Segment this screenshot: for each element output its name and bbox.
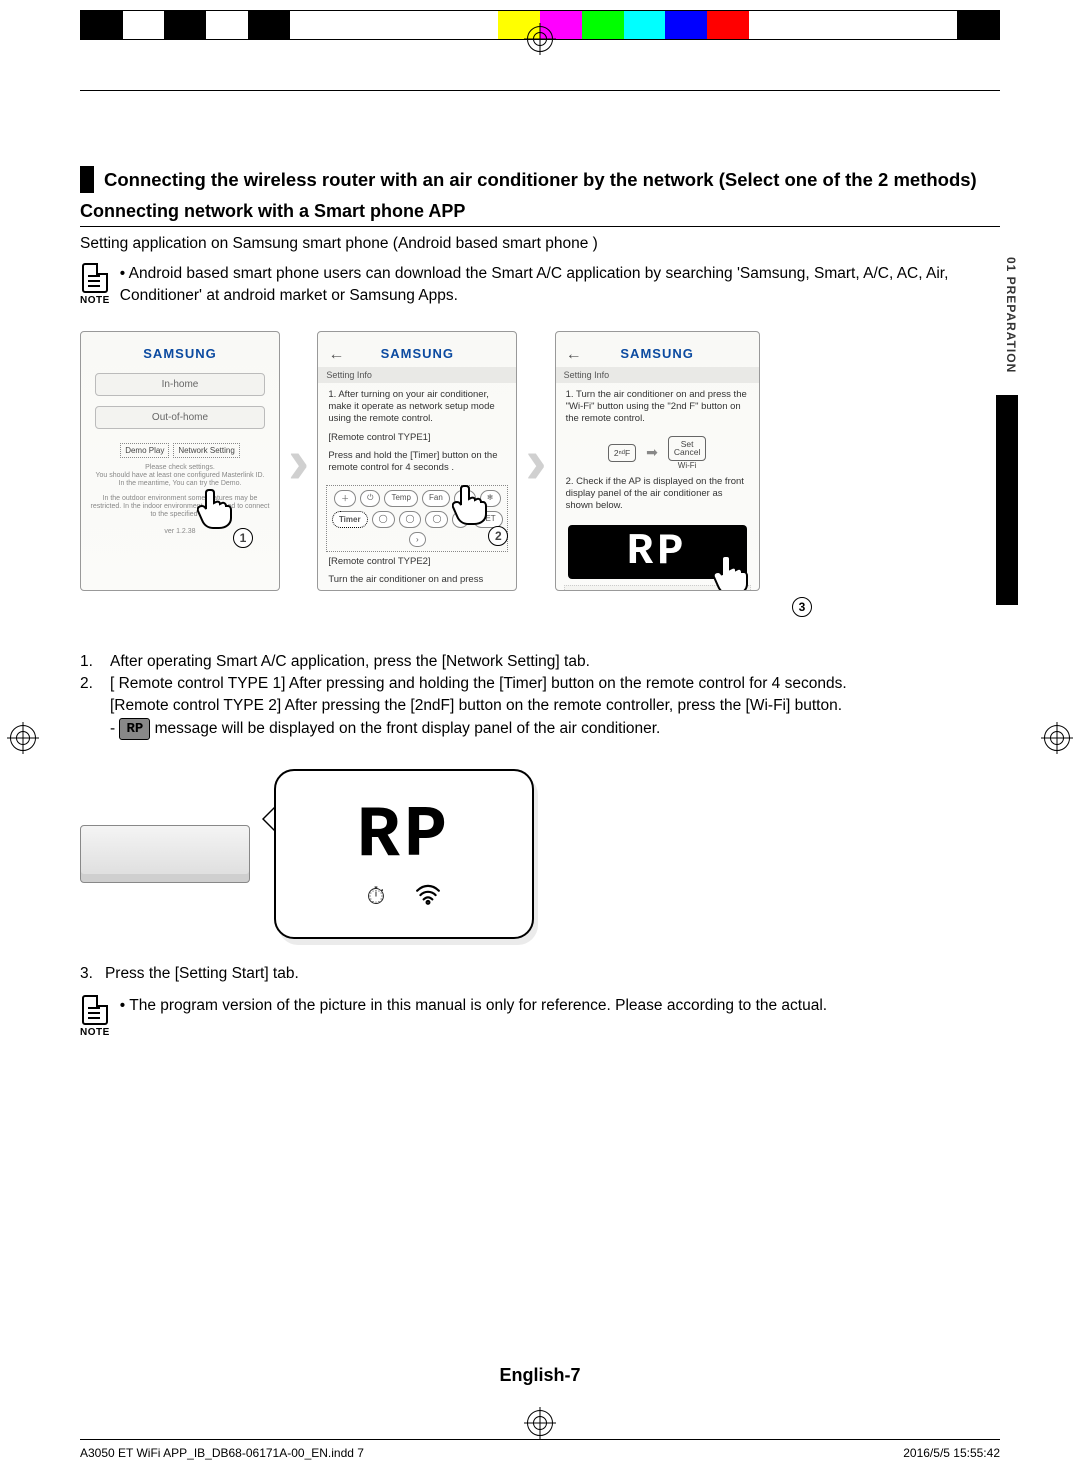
side-tab-label: 01 PREPARATION xyxy=(996,235,1018,395)
note-label: NOTE xyxy=(80,295,110,306)
timer-button[interactable]: Timer xyxy=(332,511,368,528)
page-content: 01 PREPARATION Connecting the wireless r… xyxy=(80,90,1000,1386)
network-setting-button[interactable]: Network Setting xyxy=(173,443,239,458)
pointing-hand-icon xyxy=(452,482,488,526)
list-number: 3. xyxy=(80,965,93,983)
secondf-button: 2ⁿᵈF xyxy=(608,444,636,462)
instruction-2b: [Remote control TYPE 2] After pressing t… xyxy=(110,697,842,714)
step-badge-3: 3 xyxy=(792,597,812,617)
step-badge-2: 2 xyxy=(488,526,508,546)
tiny-text: You should have at least one configured … xyxy=(81,472,279,480)
brand-label: SAMSUNG xyxy=(318,332,516,367)
pointing-hand-icon xyxy=(713,552,749,591)
rc-type2-text: Turn the air conditioner on and press xyxy=(318,574,516,591)
button-row: 2ⁿᵈF ➡ Set Cancel Wi-Fi xyxy=(556,436,759,470)
setting-info-strip: Setting Info xyxy=(318,367,516,383)
note-text: Android based smart phone users can down… xyxy=(120,263,1000,306)
instruction-3: Press the [Setting Start] tab. xyxy=(105,965,299,983)
registration-mark-icon xyxy=(527,1410,553,1436)
tiny-text: In the meantime, You can try the Demo. xyxy=(81,480,279,488)
setting-line: Setting application on Samsung smart pho… xyxy=(80,235,1000,253)
timer-icon: ⏱ xyxy=(367,883,386,912)
phone-screenshot-2: ← SAMSUNG Setting Info 1. After turning … xyxy=(317,331,517,591)
demo-play-button[interactable]: Demo Play xyxy=(120,443,169,458)
registration-mark-icon xyxy=(527,26,553,52)
instruction-text: 1. Turn the air conditioner on and press… xyxy=(556,383,759,432)
instruction-2-dash: RP message will be displayed on the fron… xyxy=(110,720,660,737)
note-block-2: NOTE The program version of the picture … xyxy=(80,995,1000,1038)
setting-info-strip: Setting Info xyxy=(556,367,759,383)
indd-slug: A3050 ET WiFi APP_IB_DB68-06171A-00_EN.i… xyxy=(80,1439,1000,1460)
pointing-hand-icon xyxy=(197,486,233,530)
tiny-text: Please check settings. xyxy=(81,464,279,472)
sub-title: Connecting network with a Smart phone AP… xyxy=(80,201,1000,227)
chevron-right-icon: › xyxy=(525,424,546,498)
ac-figure: RP ⏱ xyxy=(80,759,1000,949)
divider xyxy=(80,90,1000,91)
rc-type2-label: [Remote control TYPE2] xyxy=(318,556,516,574)
instruction-list: 1. After operating Smart A/C application… xyxy=(80,651,1000,741)
tiny-text: In the outdoor environment some features… xyxy=(81,495,279,520)
arrow-right-icon: ➡ xyxy=(646,444,658,461)
display-panel: RP ⏱ xyxy=(274,769,534,939)
ap-pill: RP xyxy=(119,718,150,740)
step-badge-1: 1 xyxy=(233,528,253,548)
indd-timestamp: 2016/5/5 15:55:42 xyxy=(903,1446,1000,1460)
registration-mark-icon xyxy=(10,725,36,751)
back-arrow-icon[interactable]: ← xyxy=(328,346,344,364)
wifi-label: Wi-Fi xyxy=(678,461,697,470)
note-icon xyxy=(82,263,108,293)
instruction-2a: [ Remote control TYPE 1] After pressing … xyxy=(110,675,847,692)
instruction-text-2: 2. Check if the AP is displayed on the f… xyxy=(556,474,759,519)
rc-type1-label: [Remote control TYPE1] xyxy=(318,432,516,450)
note-icon-col: NOTE xyxy=(80,263,110,306)
instruction-text: 1. After turning on your air conditioner… xyxy=(318,383,516,432)
brand-label: SAMSUNG xyxy=(81,332,279,367)
ap-text: RP xyxy=(357,795,451,877)
section-title: Connecting the wireless router with an a… xyxy=(80,166,1000,193)
set-cancel-button: Set Cancel xyxy=(668,436,706,461)
side-tab: 01 PREPARATION xyxy=(996,235,1018,605)
note-block: NOTE Android based smart phone users can… xyxy=(80,263,1000,306)
note-text-2: The program version of the picture in th… xyxy=(120,995,827,1017)
page-number: English-7 xyxy=(80,1365,1000,1386)
side-tab-block xyxy=(996,395,1018,605)
list-number: 1. xyxy=(80,651,98,673)
indd-file: A3050 ET WiFi APP_IB_DB68-06171A-00_EN.i… xyxy=(80,1446,364,1460)
list-number: 2. xyxy=(80,673,98,741)
air-conditioner-icon xyxy=(80,825,250,883)
screenshots-row: SAMSUNG In-home Out-of-home Demo Play Ne… xyxy=(80,321,1000,601)
out-of-home-button[interactable]: Out-of-home xyxy=(95,406,265,429)
phone-screenshot-3: ← SAMSUNG Setting Info 1. Turn the air c… xyxy=(555,331,760,591)
instruction-1: After operating Smart A/C application, p… xyxy=(110,651,590,673)
chevron-right-icon: › xyxy=(288,424,309,498)
registration-mark-icon xyxy=(1044,725,1070,751)
in-home-button[interactable]: In-home xyxy=(95,373,265,396)
note-icon-col: NOTE xyxy=(80,995,110,1038)
rc-type1-text: Press and hold the [Timer] button on the… xyxy=(318,450,516,481)
note-label: NOTE xyxy=(80,1027,110,1038)
wifi-icon xyxy=(415,883,441,912)
note-icon xyxy=(82,995,108,1025)
instruction-3-row: 3. Press the [Setting Start] tab. xyxy=(80,965,1000,983)
back-arrow-icon[interactable]: ← xyxy=(566,346,582,364)
phone-screenshot-1: SAMSUNG In-home Out-of-home Demo Play Ne… xyxy=(80,331,280,591)
brand-label: SAMSUNG xyxy=(556,332,759,367)
